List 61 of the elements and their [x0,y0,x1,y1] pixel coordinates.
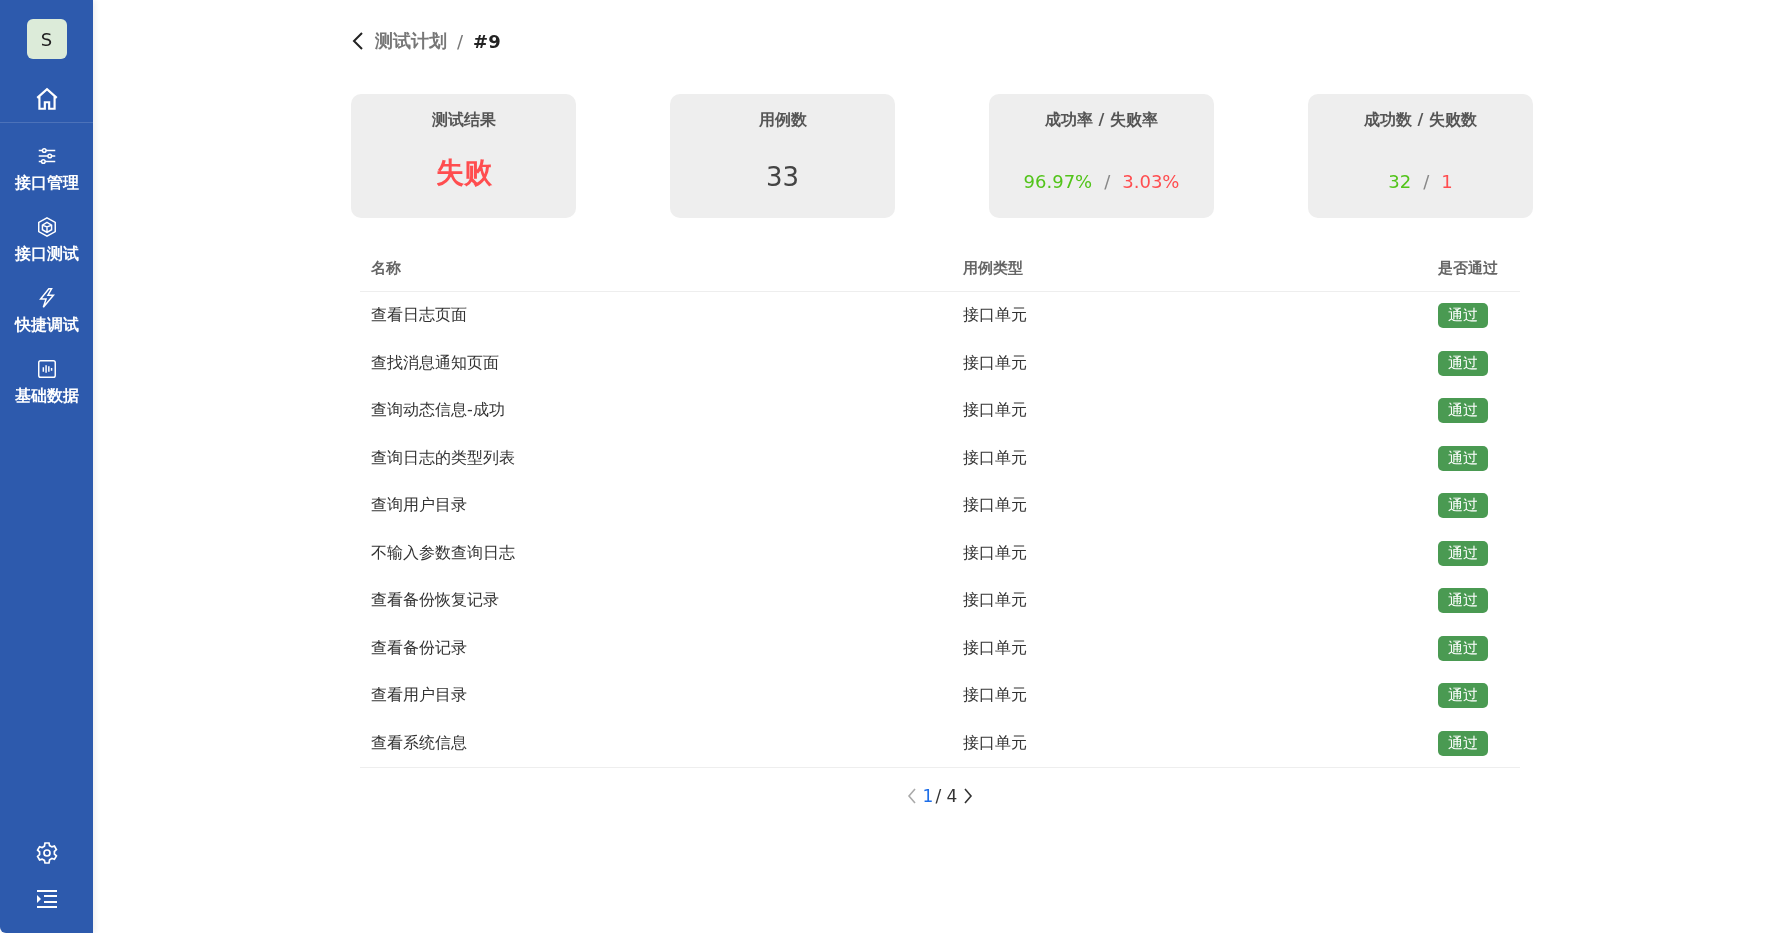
nav-item[interactable]: 快捷调试 [14,287,79,336]
status-tag: 通过 [1438,398,1488,424]
table-cell-text: 查看用户目录 [370,684,468,707]
table-cell: 查看日志页面 [360,291,952,340]
stat-title: 成功数 / 失败数 [1364,110,1477,131]
table-cell: 接口单元 [952,719,1427,768]
table-cell-text: 接口单元 [962,541,1028,564]
status-tag: 通过 [1438,303,1488,329]
stat-value: 失败 [435,155,492,191]
stat-value: 33 [765,162,800,192]
table-cell-text: 接口单元 [962,399,1028,422]
breadcrumb-current: #9 [473,30,501,52]
table-cell: 查看系统信息 [360,719,952,768]
table-cell-text: 接口单元 [962,684,1028,707]
column-header: 名称 [360,246,952,292]
avatar[interactable]: S [26,19,67,59]
table-cell-text: 接口单元 [962,494,1028,517]
table-cell-text: 不输入参数查询日志 [370,541,516,564]
breadcrumb-link[interactable]: 测试计划 [375,29,447,53]
table-cell-text: 查看备份恢复记录 [370,589,500,612]
column-header: 用例类型 [952,246,1427,292]
nav-item[interactable]: 基础数据 [14,358,79,407]
cube-icon [35,216,58,238]
table-cell-text: 查看备份记录 [370,636,468,659]
next-page-icon[interactable] [963,787,974,805]
table-cell: 接口单元 [952,291,1427,340]
nav-item[interactable]: 接口测试 [14,216,79,265]
failure-value: 3.03% [1122,171,1180,192]
chart-icon [35,358,58,380]
status-tag: 通过 [1438,350,1488,376]
nav-item[interactable]: 接口管理 [14,145,79,194]
page-total: / 4 [935,786,958,806]
back-icon[interactable] [351,31,365,51]
current-page: 1 [922,786,934,806]
value-separator: / [1104,171,1111,192]
table-cell-text: 接口单元 [962,351,1028,374]
settings-icon[interactable] [34,841,59,865]
failure-value: 1 [1441,171,1453,192]
success-value: 32 [1388,171,1412,192]
stat-title: 测试结果 [431,110,496,131]
table-cell-text: 查询日志的类型列表 [370,446,516,469]
stat-title: 成功率 / 失败率 [1045,110,1158,131]
stat-title: 用例数 [758,110,807,131]
table-cell-text: 查询用户目录 [370,494,468,517]
status-tag: 通过 [1438,635,1488,661]
table-cell-text: 接口单元 [962,589,1028,612]
table-cell-text: 查找消息通知页面 [370,351,500,374]
status-tag: 通过 [1438,540,1488,566]
status-tag: 通过 [1438,730,1488,756]
column-header: 是否通过 [1427,246,1520,292]
status-tag: 通过 [1438,493,1488,519]
status-tag: 通过 [1438,683,1488,709]
breadcrumb-separator: / [457,30,464,52]
value-separator: / [1423,171,1430,192]
table-cell-text: 查询动态信息-成功 [370,399,506,422]
status-tag: 通过 [1438,445,1488,471]
status-tag: 通过 [1438,588,1488,614]
success-value: 96.97% [1023,171,1093,192]
table-cell-text: 接口单元 [962,636,1028,659]
table-cell-text: 接口单元 [962,446,1028,469]
menu-icon[interactable] [34,889,59,909]
